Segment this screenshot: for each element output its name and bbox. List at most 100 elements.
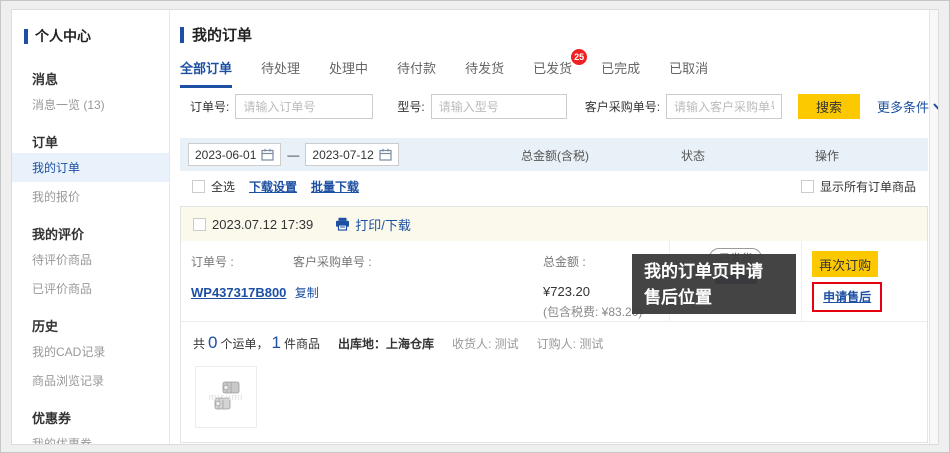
sidebar-item-browse-history[interactable]: 商品浏览记录: [12, 366, 169, 395]
show-all-items-checkbox[interactable]: [801, 180, 814, 193]
action-column: 再次订购 申请售后: [801, 241, 927, 321]
main-area: 我的订单 全部订单 待处理 处理中 待付款 待发货 已发货25 已完成 已取消 …: [170, 10, 938, 444]
summary-prefix: 共: [193, 335, 205, 352]
po-block: 客户采购单号 :: [293, 253, 372, 270]
sidebar-header-history: 历史: [12, 303, 169, 337]
select-all-checkbox[interactable]: [192, 180, 205, 193]
product-thumbnail[interactable]: misumi: [195, 366, 257, 428]
po-label: 客户采购单号:: [585, 98, 660, 115]
order-details: 订单号 : WP437317B800 复制 客户采购单号 : 总金额 : ¥72…: [181, 241, 669, 321]
date-to-input[interactable]: 2023-07-12: [305, 143, 398, 166]
order-no-input[interactable]: [235, 94, 373, 119]
sidebar-item-my-coupons[interactable]: 我的优惠券: [12, 429, 169, 445]
scrollbar-track[interactable]: [929, 10, 938, 444]
copy-link[interactable]: 复制: [295, 286, 319, 300]
sidebar-item-my-quotes[interactable]: 我的报价: [12, 182, 169, 211]
date-separator: —: [287, 148, 299, 162]
model-label: 型号:: [397, 98, 424, 115]
show-all-items-control: 显示所有订单商品: [801, 178, 916, 195]
sidebar-title: 个人中心: [12, 26, 169, 46]
sidebar-header-coupons: 优惠券: [12, 395, 169, 429]
title-accent-bar: [24, 29, 28, 44]
sidebar-header-reviews: 我的评价: [12, 211, 169, 245]
po-input[interactable]: [666, 94, 782, 119]
date-range-group: 2023-06-01 — 2023-07-12: [188, 143, 399, 166]
page-title-text: 我的订单: [192, 24, 252, 45]
order-card-header: 2023.07.12 17:39 打印/下载: [181, 207, 927, 241]
tab-shipped[interactable]: 已发货25: [533, 58, 572, 88]
date-to-value: 2023-07-12: [312, 148, 373, 162]
tab-all-orders[interactable]: 全部订单: [180, 58, 232, 88]
print-download-link[interactable]: 打印/下载: [335, 215, 411, 234]
more-filters-label: 更多条件: [877, 97, 929, 116]
date-from-input[interactable]: 2023-06-01: [188, 143, 281, 166]
printer-icon: [335, 217, 350, 231]
show-all-items-label: 显示所有订单商品: [820, 178, 916, 195]
warehouse-info: 出库地：上海仓库: [338, 335, 434, 352]
tab-awaiting-shipment[interactable]: 待发货: [465, 58, 504, 88]
batch-download-link[interactable]: 批量下载: [311, 178, 359, 195]
select-all-label: 全选: [211, 178, 235, 195]
content-panel: 个人中心 消息 消息一览 (13) 订单 我的订单 我的报价 我的评价 待评价商…: [11, 9, 939, 445]
tax-note: (包含税费: ¥83.20): [543, 303, 642, 320]
calendar-icon: [261, 148, 274, 161]
model-input[interactable]: [431, 94, 567, 119]
shipped-count-badge: 25: [571, 49, 587, 65]
date-from-value: 2023-06-01: [195, 148, 256, 162]
orderer-info: 订购人: 测试: [537, 335, 604, 352]
sidebar-title-text: 个人中心: [35, 26, 91, 46]
more-filters-link[interactable]: 更多条件: [877, 97, 939, 116]
amount-field-label: 总金额 :: [543, 253, 642, 270]
order-amount: ¥723.20: [543, 284, 642, 299]
tab-cancelled[interactable]: 已取消: [669, 58, 708, 88]
chevron-down-icon: [933, 103, 939, 111]
order-summary-section: 共 0 个运单， 1 件商品 出库地：上海仓库 收货人: 测试 订购人: 测试 …: [181, 321, 927, 439]
order-select-checkbox[interactable]: [193, 218, 206, 231]
filter-band: 2023-06-01 — 2023-07-12 总金额(含税) 状态 操作: [180, 138, 928, 171]
sidebar-item-pending-reviews[interactable]: 待评价商品: [12, 245, 169, 274]
item-unit: 件商品: [284, 335, 320, 352]
order-card: 2023.07.12 17:39 打印/下载 订单号 : WP437317B80…: [180, 206, 928, 443]
tab-shipped-label: 已发货: [533, 61, 572, 76]
annotation-tooltip: 我的订单页申请 售后位置: [632, 254, 796, 314]
order-tabs: 全部订单 待处理 处理中 待付款 待发货 已发货25 已完成 已取消: [180, 58, 708, 88]
shipment-count: 0: [208, 333, 217, 353]
amount-block: 总金额 : ¥723.20 (包含税费: ¥83.20): [543, 253, 642, 320]
order-datetime: 2023.07.12 17:39: [212, 217, 313, 232]
order-card-body: 订单号 : WP437317B800 复制 客户采购单号 : 总金额 : ¥72…: [181, 241, 927, 321]
print-download-label: 打印/下载: [355, 215, 411, 234]
column-header-status: 状态: [658, 147, 728, 164]
item-count: 1: [272, 333, 281, 353]
annotation-highlight-box: 申请售后: [812, 282, 882, 312]
thumbnail-watermark: misumi: [209, 392, 244, 402]
sidebar-item-done-reviews[interactable]: 已评价商品: [12, 274, 169, 303]
sidebar-item-my-orders[interactable]: 我的订单: [12, 153, 169, 182]
reorder-button[interactable]: 再次订购: [812, 251, 878, 277]
tab-completed[interactable]: 已完成: [601, 58, 640, 88]
title-accent-bar: [180, 27, 184, 43]
tab-processing[interactable]: 处理中: [329, 58, 368, 88]
column-header-action: 操作: [792, 147, 862, 164]
search-button[interactable]: 搜索: [798, 94, 860, 119]
sidebar-item-message-list[interactable]: 消息一览 (13): [12, 90, 169, 119]
shipment-unit: 个运单，: [220, 335, 268, 352]
list-toolbar: 全选 下载设置 批量下载 显示所有订单商品: [192, 178, 916, 195]
tab-awaiting-payment[interactable]: 待付款: [397, 58, 436, 88]
tab-pending[interactable]: 待处理: [261, 58, 300, 88]
tooltip-line-2: 售后位置: [644, 285, 784, 311]
order-no-link[interactable]: WP437317B800: [191, 285, 286, 300]
download-settings-link[interactable]: 下载设置: [249, 178, 297, 195]
sidebar: 个人中心 消息 消息一览 (13) 订单 我的订单 我的报价 我的评价 待评价商…: [12, 10, 170, 444]
sidebar-header-orders: 订单: [12, 119, 169, 153]
order-page: 个人中心 消息 消息一览 (13) 订单 我的订单 我的报价 我的评价 待评价商…: [0, 0, 950, 453]
calendar-icon: [379, 148, 392, 161]
order-no-label: 订单号:: [190, 98, 229, 115]
page-title: 我的订单: [180, 24, 252, 45]
sidebar-item-cad-history[interactable]: 我的CAD记录: [12, 337, 169, 366]
tooltip-line-1: 我的订单页申请: [644, 259, 784, 285]
sidebar-header-messages: 消息: [12, 56, 169, 90]
summary-line: 共 0 个运单， 1 件商品 出库地：上海仓库 收货人: 测试 订购人: 测试: [193, 333, 915, 353]
po-field-label: 客户采购单号 :: [293, 253, 372, 270]
after-sales-link[interactable]: 申请售后: [823, 290, 871, 304]
consignee-info: 收货人: 测试: [452, 335, 519, 352]
